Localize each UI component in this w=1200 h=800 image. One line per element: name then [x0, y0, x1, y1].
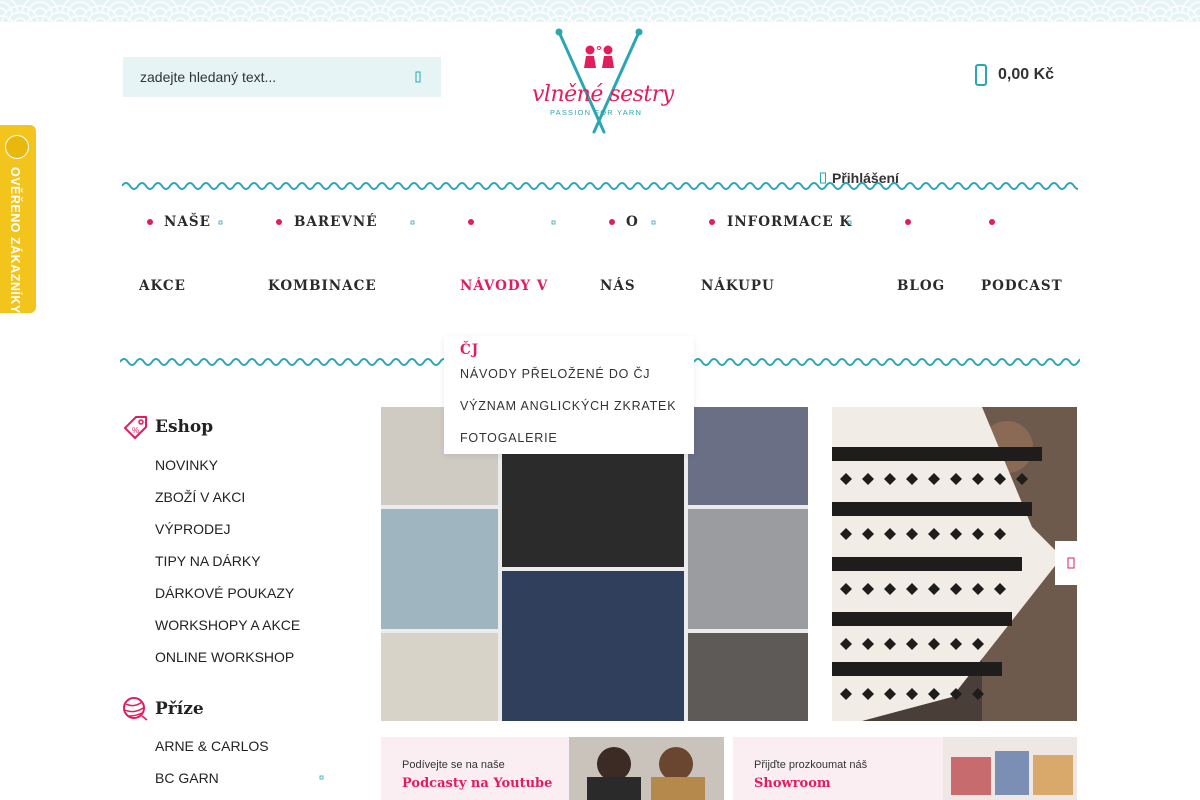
- shawl-banner[interactable]: [832, 407, 1077, 721]
- nav-label-line2: BLOG: [897, 278, 946, 294]
- nav-bullet-icon: [609, 219, 615, 225]
- dropdown-item-vyznam-zkratek[interactable]: VÝZNAM ANGLICKÝCH ZKRATEK: [460, 399, 676, 413]
- chevron-down-icon[interactable]: [847, 220, 852, 225]
- price-tag-icon: %: [124, 416, 147, 439]
- nav-dropdown-navody: NÁVODY PŘELOŽENÉ DO ČJ VÝZNAM ANGLICKÝCH…: [444, 336, 694, 454]
- nav-label-line2: NÁKUPU: [701, 278, 775, 294]
- chevron-down-icon[interactable]: [551, 220, 556, 225]
- yarn-collage-banner[interactable]: [381, 407, 808, 721]
- cart-total: 0,00 Kč: [998, 66, 1055, 83]
- dropdown-item-fotogalerie[interactable]: FOTOGALERIE: [460, 431, 557, 445]
- seal-icon: [5, 135, 29, 159]
- nav-bullet-icon: [147, 219, 153, 225]
- verified-customers-badge[interactable]: OVĚŘENO ZÁKAZNÍKY: [0, 125, 36, 314]
- nav-bullet-icon: [276, 219, 282, 225]
- sidebar-item-zbozi-v-akci[interactable]: ZBOŽÍ V AKCI: [155, 489, 245, 505]
- arrow-right-icon: [1067, 557, 1075, 569]
- nav-label-line1: NAŠE: [164, 214, 211, 230]
- podcast-photo: [569, 737, 724, 800]
- yarn-photo: [688, 509, 808, 629]
- svg-text:%: %: [132, 426, 139, 435]
- sidebar-section-yarn-title: Příze: [155, 699, 204, 719]
- nav-bullet-icon: [709, 219, 715, 225]
- yarn-photo: [381, 509, 498, 629]
- nav-bullet-icon: [905, 219, 911, 225]
- yarn-ball-icon: [123, 697, 148, 721]
- chevron-down-icon[interactable]: [319, 775, 324, 780]
- chevron-down-icon[interactable]: [410, 220, 415, 225]
- wave-divider-bottom-right: [694, 358, 1080, 366]
- sidebar-item-tipy-na-darky[interactable]: TIPY NA DÁRKY: [155, 553, 261, 569]
- sidebar-item-vyprodej[interactable]: VÝPRODEJ: [155, 521, 230, 537]
- promo-small-text: Podívejte se na naše: [402, 759, 505, 771]
- sidebar-item-darkove-poukazy[interactable]: DÁRKOVÉ POUKAZY: [155, 585, 294, 601]
- logo-tagline: PASSION FOR YARN: [550, 108, 643, 117]
- chevron-down-icon[interactable]: [218, 220, 223, 225]
- promo-title: Showroom: [754, 776, 831, 791]
- nav-label-line2: PODCAST: [981, 278, 1063, 294]
- podcast-promo-banner[interactable]: Podívejte se na naše Podcasty na Youtube: [381, 737, 724, 800]
- sidebar-item-online-workshop[interactable]: ONLINE WORKSHOP: [155, 649, 294, 665]
- nav-label-line1: O: [626, 214, 639, 230]
- nav-label-line2: KOMBINACE: [268, 278, 377, 294]
- dropdown-item-navody-prelozene[interactable]: NÁVODY PŘELOŽENÉ DO ČJ: [460, 367, 650, 381]
- nav-label-line1: BAREVNÉ: [294, 214, 378, 230]
- sidebar-item-workshopy-a-akce[interactable]: WORKSHOPY A AKCE: [155, 617, 300, 633]
- shawl-pattern: [832, 407, 1077, 721]
- badge-text: OVĚŘENO ZÁKAZNÍKY: [8, 167, 22, 314]
- sidebar-item-bc-garn[interactable]: BC GARN: [155, 770, 219, 786]
- slider-next-button[interactable]: [1055, 541, 1085, 585]
- search-box: [123, 57, 441, 97]
- sidebar-item-novinky[interactable]: NOVINKY: [155, 457, 218, 473]
- showroom-photo: [943, 737, 1077, 800]
- wave-divider-top: [122, 182, 1078, 190]
- promo-title: Podcasty na Youtube: [402, 776, 553, 791]
- yarn-photo: [688, 407, 808, 505]
- showroom-promo-banner[interactable]: Přijďte prozkoumat náš Showroom: [733, 737, 1077, 800]
- cart-icon: [975, 64, 987, 86]
- nav-bullet-icon: [468, 219, 474, 225]
- cart-button[interactable]: 0,00 Kč: [975, 63, 1054, 87]
- nav-bullet-icon: [989, 219, 995, 225]
- nav-label-line3: ČJ: [460, 342, 480, 358]
- wave-divider-bottom-left: [120, 358, 446, 366]
- search-icon[interactable]: [413, 70, 423, 84]
- search-input[interactable]: [123, 58, 393, 96]
- yarn-photo: [502, 571, 684, 721]
- promo-small-text: Přijďte prozkoumat náš: [754, 759, 868, 771]
- top-pattern: [0, 0, 1200, 22]
- nav-label-line2: NÁVODY V: [460, 278, 549, 294]
- logo-title: vlněné sestry: [532, 82, 674, 107]
- sidebar-item-arne-carlos[interactable]: ARNE & CARLOS: [155, 738, 269, 754]
- chevron-down-icon[interactable]: [651, 220, 656, 225]
- yarn-photo: [688, 633, 808, 721]
- logo[interactable]: vlněné sestry PASSION FOR YARN: [524, 28, 674, 136]
- nav-label-line2: AKCE: [139, 278, 186, 294]
- sidebar-section-eshop-title: Eshop: [155, 417, 214, 437]
- page: vlněné sestry PASSION FOR YARN 0,00 Kč P…: [0, 0, 1200, 800]
- nav-label-line2: NÁS: [600, 278, 636, 294]
- nav-label-line1: INFORMACE K: [727, 214, 853, 230]
- yarn-photo: [381, 633, 498, 721]
